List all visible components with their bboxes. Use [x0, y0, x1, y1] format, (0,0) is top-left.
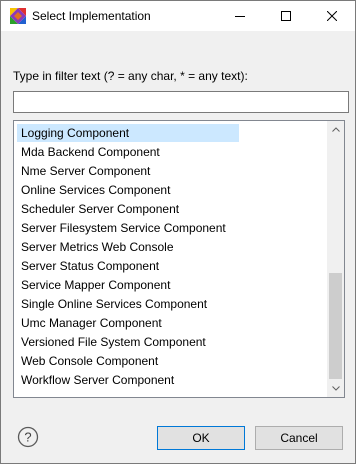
- close-button[interactable]: [309, 1, 355, 31]
- filter-label: Type in filter text (? = any char, * = a…: [13, 69, 248, 83]
- close-icon: [327, 11, 337, 21]
- list-item[interactable]: Nme Server Component: [17, 162, 150, 180]
- maximize-button[interactable]: [263, 1, 309, 31]
- implementation-list[interactable]: Logging Component Mda Backend Component Nm…: [13, 120, 345, 398]
- chevron-up-icon: [331, 127, 340, 132]
- list-item[interactable]: Umc Manager Component: [17, 314, 162, 332]
- list-item[interactable]: Scheduler Server Component: [17, 200, 179, 218]
- filter-input[interactable]: [13, 91, 349, 113]
- list-item[interactable]: Server Filesystem Service Component: [17, 219, 226, 237]
- list-item[interactable]: Logging Component: [17, 124, 239, 142]
- title-bar[interactable]: Select Implementation: [1, 1, 355, 31]
- list-item[interactable]: Online Services Component: [17, 181, 170, 199]
- list-item[interactable]: Mda Backend Component: [17, 143, 160, 161]
- ok-button[interactable]: OK: [157, 426, 245, 450]
- help-icon[interactable]: ?: [17, 426, 39, 448]
- scroll-up-button[interactable]: [327, 121, 344, 138]
- dialog-window: Select Implementation Type in filter tex…: [0, 0, 356, 464]
- maximize-icon: [281, 11, 291, 21]
- minimize-button[interactable]: [217, 1, 263, 31]
- minimize-icon: [235, 16, 245, 17]
- scrollbar-thumb[interactable]: [329, 273, 342, 379]
- list-item[interactable]: Server Metrics Web Console: [17, 238, 174, 256]
- list-item[interactable]: Web Console Component: [17, 352, 158, 370]
- list-item[interactable]: Workflow Server Component: [17, 371, 174, 389]
- scroll-down-button[interactable]: [327, 380, 344, 397]
- app-logo-icon: [10, 8, 26, 24]
- list-item[interactable]: Versioned File System Component: [17, 333, 206, 351]
- list-item[interactable]: Service Mapper Component: [17, 276, 170, 294]
- list-item[interactable]: Single Online Services Component: [17, 295, 207, 313]
- svg-text:?: ?: [24, 430, 31, 445]
- chevron-down-icon: [331, 386, 340, 391]
- list-item[interactable]: Server Status Component: [17, 257, 159, 275]
- vertical-scrollbar[interactable]: [327, 121, 344, 397]
- window-title: Select Implementation: [32, 9, 151, 23]
- cancel-button[interactable]: Cancel: [255, 426, 343, 450]
